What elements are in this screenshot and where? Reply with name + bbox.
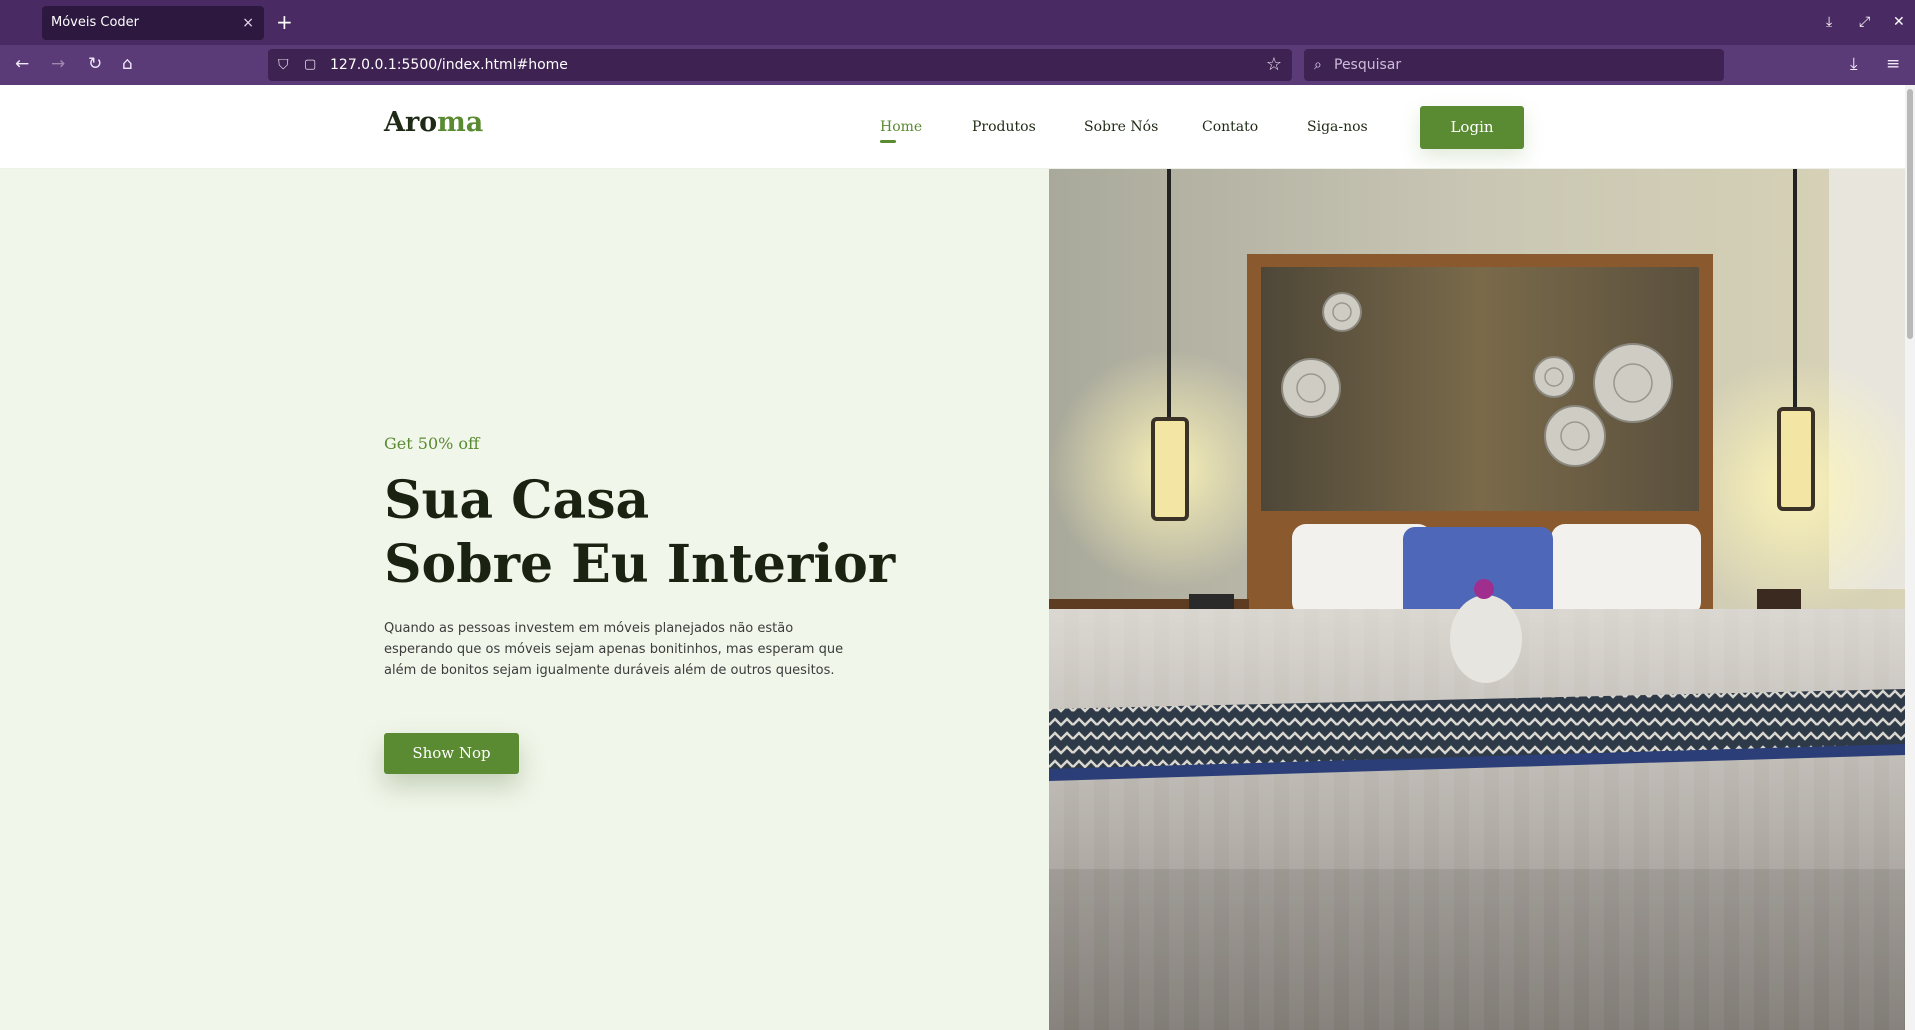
minimize-icon[interactable]: ⤓ — [1826, 10, 1832, 34]
browser-nav-bar: ← → ↻ ⌂ ⛉ ▢ 127.0.0.1:5500/index.html#ho… — [0, 45, 1915, 85]
shop-now-button[interactable]: Show Nop — [384, 733, 519, 774]
reload-icon[interactable]: ↻ — [88, 51, 102, 77]
maximize-icon[interactable]: ⤢ — [1859, 10, 1870, 34]
home-icon[interactable]: ⌂ — [122, 51, 133, 77]
nav-link-contato[interactable]: Contato — [1202, 119, 1258, 135]
scrollbar-thumb[interactable] — [1907, 89, 1913, 339]
hero-section: Get 50% off Sua Casa Sobre Eu Interior Q… — [0, 169, 1049, 1030]
new-tab-button[interactable]: + — [276, 8, 293, 36]
menu-icon[interactable]: ≡ — [1886, 51, 1900, 77]
site-logo[interactable]: Aroma — [384, 107, 483, 138]
shield-icon[interactable]: ⛉ — [278, 49, 289, 81]
hero-title: Sua Casa Sobre Eu Interior — [384, 469, 1004, 597]
nav-link-produtos[interactable]: Produtos — [972, 119, 1036, 135]
logo-main: Aro — [384, 107, 438, 138]
tab-title: Móveis Coder — [51, 15, 140, 30]
url-text[interactable]: 127.0.0.1:5500/index.html#home — [330, 49, 568, 81]
search-placeholder: Pesquisar — [1334, 57, 1402, 73]
hero-title-line-1: Sua Casa — [384, 470, 650, 531]
browser-tab[interactable]: Móveis Coder × — [42, 6, 264, 40]
search-input[interactable]: ⌕ Pesquisar — [1304, 49, 1724, 81]
address-bar[interactable]: ⛉ ▢ 127.0.0.1:5500/index.html#home ☆ — [268, 49, 1292, 81]
hero-bedroom-image — [1049, 169, 1905, 1030]
nav-link-sobre-nos[interactable]: Sobre Nós — [1084, 119, 1158, 135]
bookmark-star-icon[interactable]: ☆ — [1266, 49, 1282, 81]
page-icon: ▢ — [304, 57, 317, 72]
hero-discount-tag: Get 50% off — [384, 434, 480, 453]
login-button[interactable]: Login — [1420, 106, 1524, 149]
browser-tab-bar: Móveis Coder × + ⤓ ⤢ ✕ — [0, 0, 1915, 45]
download-icon[interactable]: ⤓ — [1850, 51, 1858, 77]
hero-description: Quando as pessoas investem em móveis pla… — [384, 621, 844, 678]
close-window-icon[interactable]: ✕ — [1893, 10, 1905, 34]
site-header: Aroma Home Produtos Sobre Nós Contato Si… — [0, 85, 1905, 169]
tab-close-icon[interactable]: × — [242, 6, 254, 40]
nav-link-siga-nos[interactable]: Siga-nos — [1307, 119, 1368, 135]
back-arrow-icon[interactable]: ← — [15, 51, 29, 77]
page-scrollbar[interactable] — [1905, 85, 1915, 1030]
logo-accent: ma — [437, 107, 484, 138]
hero-title-line-2: Sobre Eu Interior — [384, 534, 896, 595]
nav-link-home[interactable]: Home — [880, 119, 922, 143]
web-page: Aroma Home Produtos Sobre Nós Contato Si… — [0, 85, 1915, 1030]
forward-arrow-icon[interactable]: → — [51, 51, 65, 77]
search-icon: ⌕ — [1314, 57, 1322, 73]
